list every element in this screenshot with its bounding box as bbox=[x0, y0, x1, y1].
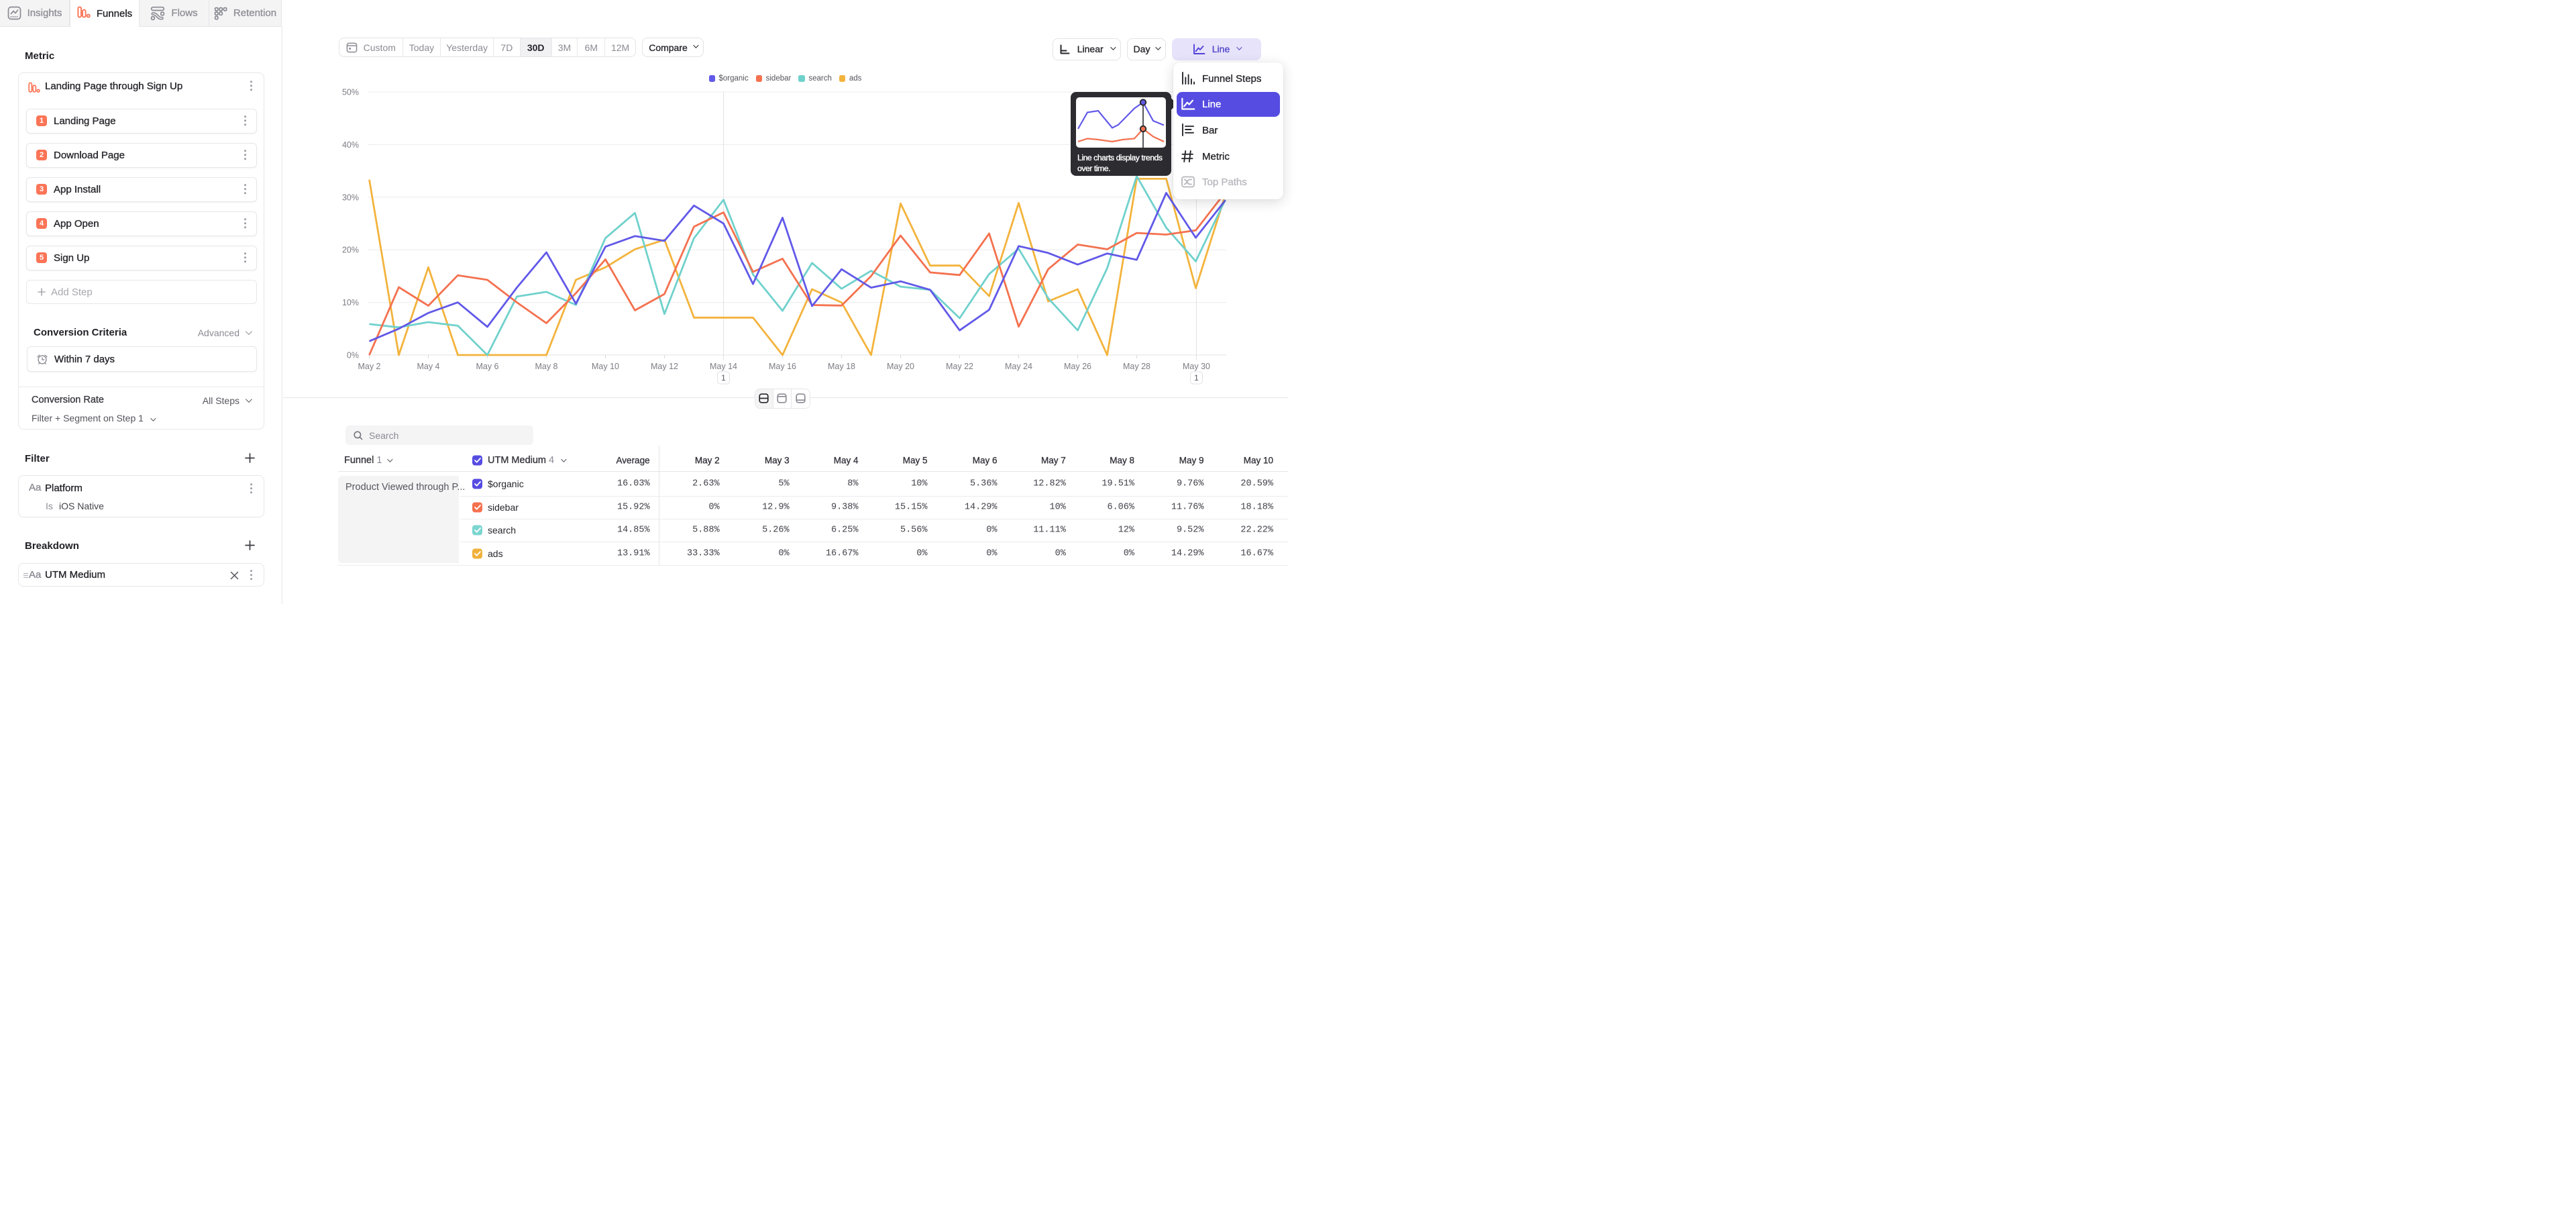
svg-text:May 12: May 12 bbox=[651, 362, 678, 371]
svg-text:May 6: May 6 bbox=[476, 362, 498, 371]
svg-text:50%: 50% bbox=[342, 88, 359, 97]
svg-text:May 14: May 14 bbox=[710, 362, 737, 371]
svg-text:May 24: May 24 bbox=[1005, 362, 1032, 371]
svg-text:1: 1 bbox=[721, 373, 726, 383]
svg-text:20%: 20% bbox=[342, 246, 359, 255]
svg-text:40%: 40% bbox=[342, 140, 359, 150]
svg-text:10%: 10% bbox=[342, 298, 359, 307]
svg-text:May 18: May 18 bbox=[828, 362, 855, 371]
svg-text:May 2: May 2 bbox=[358, 362, 380, 371]
svg-text:May 8: May 8 bbox=[535, 362, 557, 371]
svg-text:May 10: May 10 bbox=[592, 362, 619, 371]
svg-text:May 28: May 28 bbox=[1123, 362, 1150, 371]
svg-text:May 26: May 26 bbox=[1064, 362, 1091, 371]
svg-text:1: 1 bbox=[1194, 373, 1199, 383]
svg-text:30%: 30% bbox=[342, 193, 359, 202]
svg-text:May 20: May 20 bbox=[887, 362, 914, 371]
svg-text:May 22: May 22 bbox=[946, 362, 973, 371]
svg-text:May 4: May 4 bbox=[417, 362, 439, 371]
svg-text:May 16: May 16 bbox=[769, 362, 796, 371]
svg-text:0%: 0% bbox=[347, 351, 359, 360]
svg-text:May 30: May 30 bbox=[1183, 362, 1210, 371]
